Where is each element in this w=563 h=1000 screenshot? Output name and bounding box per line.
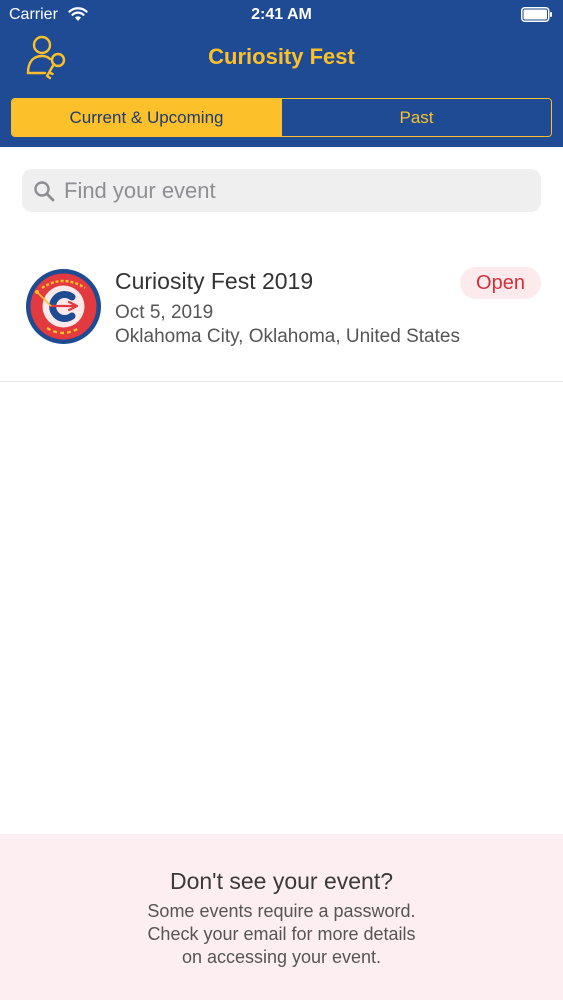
battery-icon — [521, 7, 552, 22]
event-time-filter: Current & Upcoming Past — [11, 98, 552, 137]
event-date: Oct 5, 2019 — [115, 302, 214, 323]
event-location: Oklahoma City, Oklahoma, United States — [115, 326, 460, 347]
help-footer: Don't see your event? Some events requir… — [0, 834, 563, 1000]
footer-line: Check your email for more details — [147, 924, 416, 944]
curiosity-fest-logo-icon — [26, 269, 101, 344]
app-header: Carrier 2:41 AM Curiosity Fest Current &… — [0, 0, 563, 147]
list-item[interactable]: Curiosity Fest 2019 Oct 5, 2019 Oklahoma… — [0, 240, 563, 382]
search-bar[interactable] — [22, 169, 541, 212]
footer-heading: Don't see your event? — [169, 868, 394, 894]
event-name: Curiosity Fest 2019 — [115, 268, 314, 294]
status-badge: Open — [460, 267, 541, 299]
page-title: Curiosity Fest — [208, 44, 355, 69]
search-input[interactable] — [64, 169, 524, 212]
tab-current-upcoming[interactable]: Current & Upcoming — [12, 99, 281, 136]
footer-line: Some events require a password. — [147, 901, 416, 921]
footer-line: on accessing your event. — [181, 947, 382, 967]
status-bar: Carrier 2:41 AM — [0, 0, 563, 30]
search-icon — [34, 181, 55, 202]
tab-past[interactable]: Past — [281, 99, 551, 136]
status-time: 2:41 AM — [251, 6, 312, 23]
